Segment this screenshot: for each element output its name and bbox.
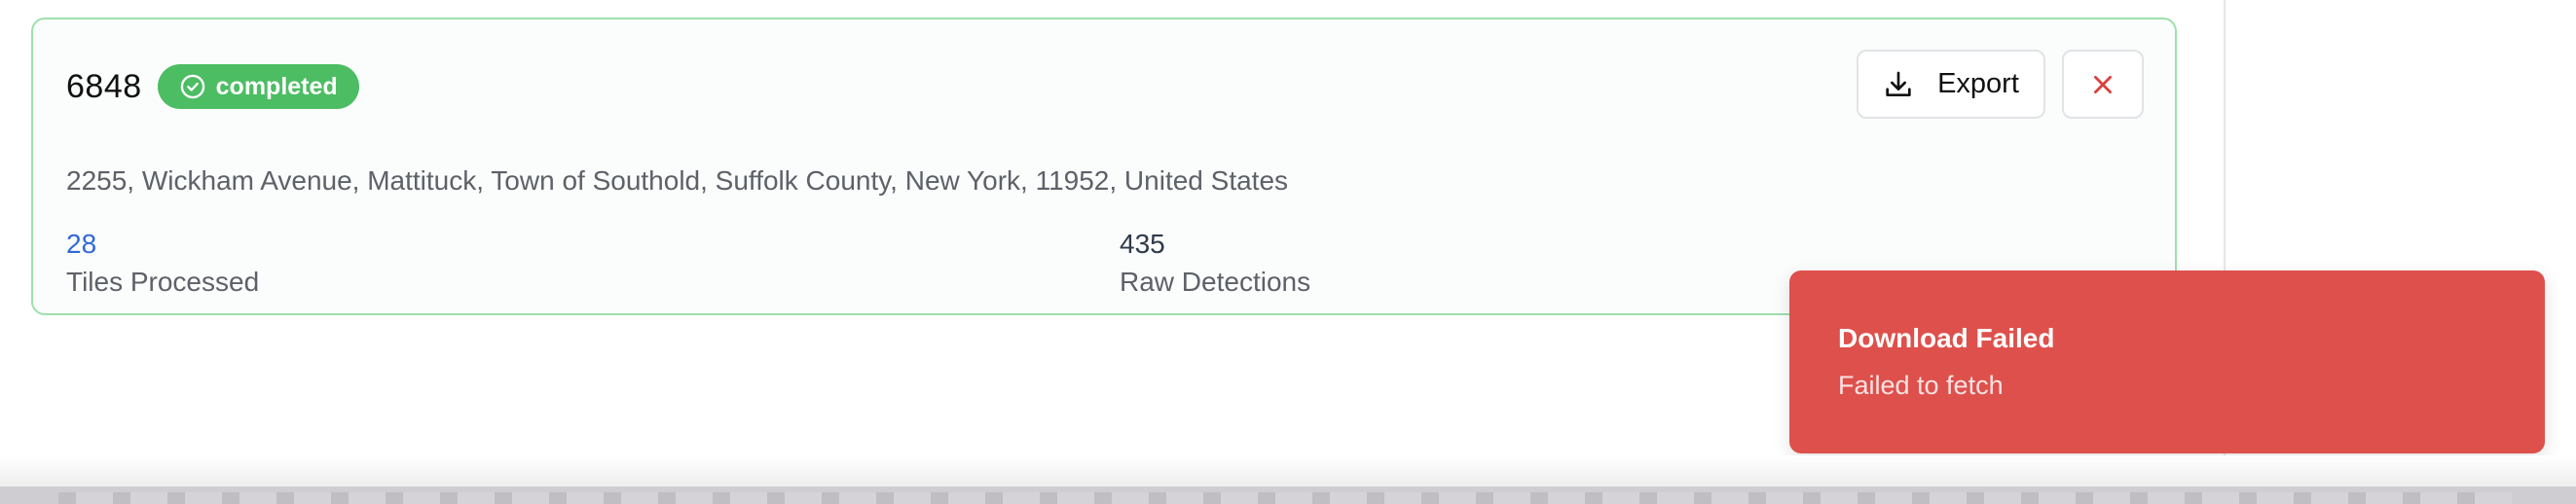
stat-label: Tiles Processed bbox=[66, 267, 260, 297]
check-circle-icon bbox=[180, 74, 204, 99]
job-id: 6848 bbox=[66, 67, 142, 105]
toast-message: Failed to fetch bbox=[1838, 371, 2004, 400]
stat-tiles-processed: 28 Tiles Processed bbox=[66, 228, 259, 300]
close-button[interactable] bbox=[2062, 50, 2144, 119]
stat-label: Raw Detections bbox=[1120, 267, 1311, 297]
job-address: 2255, Wickham Avenue, Mattituck, Town of… bbox=[66, 165, 1289, 196]
stat-value: 435 bbox=[1120, 229, 1165, 259]
export-button[interactable]: Export bbox=[1857, 50, 2045, 119]
toast-title: Download Failed bbox=[1838, 323, 2055, 353]
export-label: Export bbox=[1937, 68, 2019, 99]
page: 6848 completed 2255, Wickham Avenue, Mat… bbox=[0, 0, 2576, 504]
taskbar bbox=[0, 486, 2576, 504]
job-header: 6848 completed bbox=[66, 64, 359, 109]
download-icon bbox=[1886, 71, 1911, 96]
stat-raw-detections: 435 Raw Detections bbox=[1120, 228, 1310, 300]
close-icon bbox=[2094, 75, 2112, 93]
status-label: completed bbox=[215, 72, 338, 100]
stat-value: 28 bbox=[66, 229, 97, 259]
error-toast[interactable]: Download Failed Failed to fetch bbox=[1789, 270, 2545, 453]
status-badge: completed bbox=[157, 64, 359, 109]
taskbar-app-icons bbox=[58, 492, 2512, 504]
window-bottom-shadow bbox=[0, 455, 2576, 486]
